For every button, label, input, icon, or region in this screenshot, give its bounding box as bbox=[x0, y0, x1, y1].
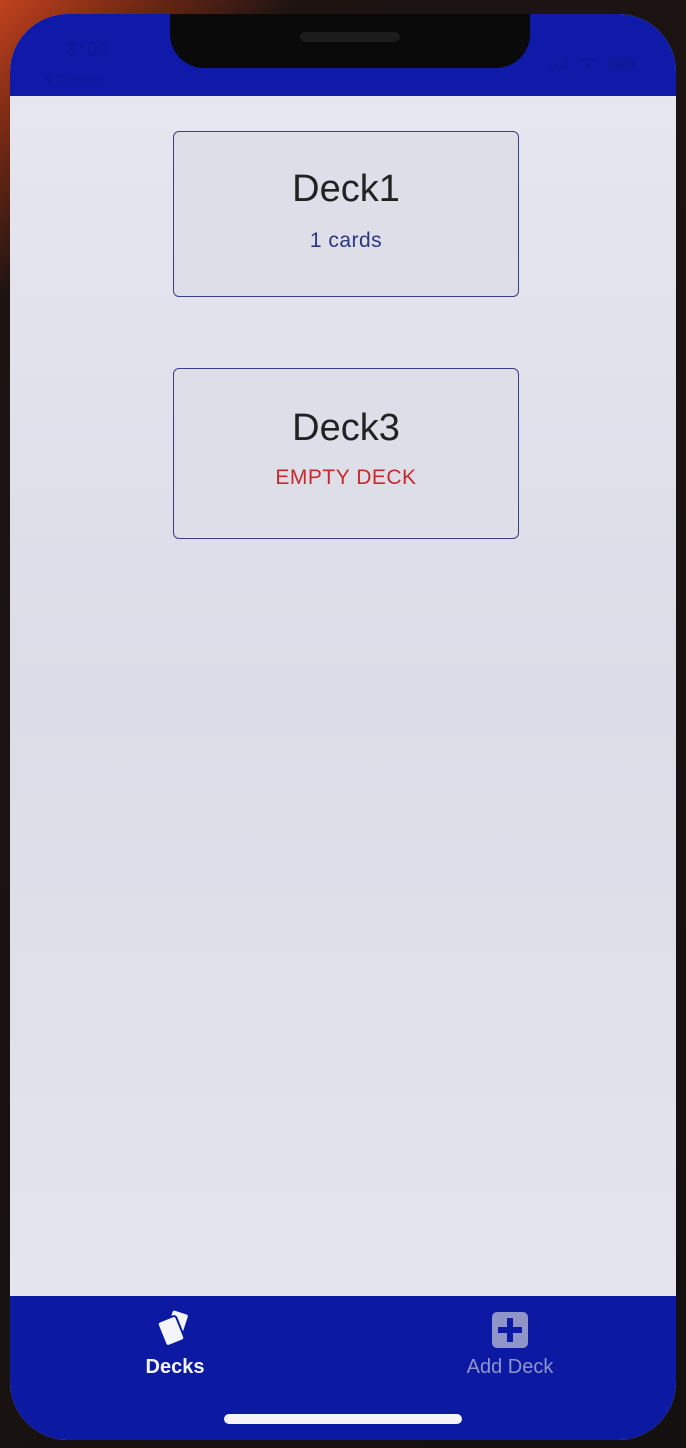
battery-icon bbox=[608, 56, 636, 70]
home-indicator[interactable] bbox=[224, 1414, 462, 1424]
app-screen: 3:01 ◂ Camera Deck1 1 cards Deck3 EMPTY … bbox=[10, 14, 676, 1440]
deck-list: Deck1 1 cards Deck3 EMPTY DECK bbox=[10, 96, 676, 1296]
notch bbox=[170, 14, 530, 68]
deck-card-deck3[interactable]: Deck3 EMPTY DECK bbox=[173, 368, 519, 539]
tab-add-deck[interactable]: Add Deck bbox=[410, 1310, 610, 1390]
empty-deck-label: EMPTY DECK bbox=[275, 466, 417, 489]
cards-icon bbox=[156, 1310, 188, 1347]
plus-square-icon bbox=[492, 1312, 528, 1348]
status-icons bbox=[550, 56, 636, 70]
back-to-camera-link[interactable]: ◂ Camera bbox=[44, 70, 105, 87]
status-time: 3:01 bbox=[66, 38, 113, 61]
tab-add-deck-label: Add Deck bbox=[466, 1356, 554, 1378]
tab-decks[interactable]: Decks bbox=[75, 1310, 275, 1390]
deck-title: Deck1 bbox=[292, 168, 400, 210]
tab-bar: Decks Add Deck bbox=[10, 1296, 676, 1440]
deck-list-screen: Deck1 1 cards Deck3 EMPTY DECK bbox=[10, 96, 676, 1296]
tab-decks-label: Decks bbox=[145, 1356, 205, 1378]
speaker-grille bbox=[300, 32, 400, 42]
wifi-icon bbox=[579, 57, 597, 69]
deck-card-deck1[interactable]: Deck1 1 cards bbox=[173, 131, 519, 297]
phone-frame: 3:01 ◂ Camera Deck1 1 cards Deck3 EMPTY … bbox=[0, 0, 686, 1448]
deck-title: Deck3 bbox=[292, 407, 400, 449]
status-bar: 3:01 ◂ Camera bbox=[10, 14, 676, 96]
signal-icon bbox=[550, 57, 568, 69]
deck-card-count: 1 cards bbox=[309, 229, 383, 252]
